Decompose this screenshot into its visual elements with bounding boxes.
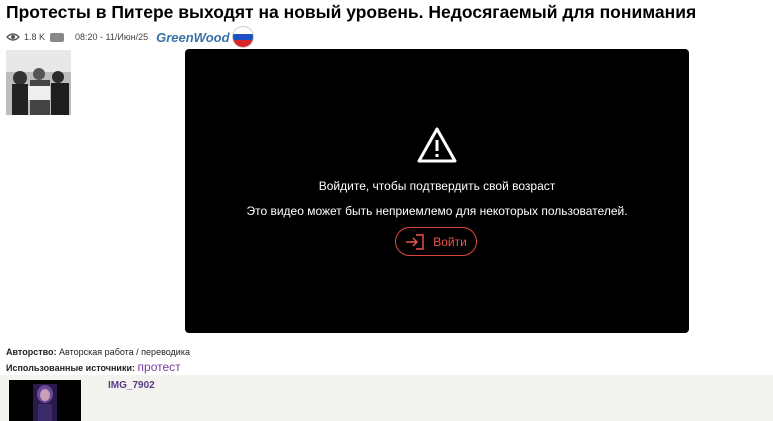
article-title: Протесты в Питере выходят на новый урове… — [6, 2, 697, 22]
login-icon — [406, 233, 424, 250]
article-meta: 1.8 K 08:20 - 11/Июн/25 GreenWood — [6, 26, 254, 48]
sources-line: Использованные источники: протест — [6, 360, 181, 374]
article-thumbnail[interactable] — [6, 50, 71, 115]
author-link[interactable]: GreenWood — [156, 30, 229, 45]
warning-icon — [417, 127, 457, 163]
source-tag-link[interactable]: протест — [138, 360, 181, 374]
login-label: Войти — [433, 234, 467, 249]
login-button[interactable]: Войти — [395, 227, 477, 256]
view-count: 1.8 K — [24, 32, 46, 42]
authorship-line: Авторство: Авторская работа / переводика — [6, 347, 190, 357]
age-gate-heading: Войдите, чтобы подтвердить свой возраст — [318, 179, 556, 193]
authorship-value: Авторская работа / переводика — [59, 347, 190, 357]
sources-label: Использованные источники: — [6, 363, 135, 373]
related-item[interactable]: IMG_7902 — [0, 375, 773, 421]
related-thumbnail[interactable] — [9, 380, 81, 421]
related-title[interactable]: IMG_7902 — [108, 380, 155, 391]
age-gated-video-player[interactable]: Войдите, чтобы подтвердить свой возраст … — [185, 49, 689, 333]
publish-date: 08:20 - 11/Июн/25 — [75, 32, 149, 42]
age-gate-subtext: Это видео может быть неприемлемо для нек… — [246, 204, 628, 218]
russia-flag-icon — [231, 26, 254, 48]
comment-icon[interactable] — [50, 32, 65, 42]
eye-icon — [6, 33, 20, 41]
authorship-label: Авторство: — [6, 347, 57, 357]
